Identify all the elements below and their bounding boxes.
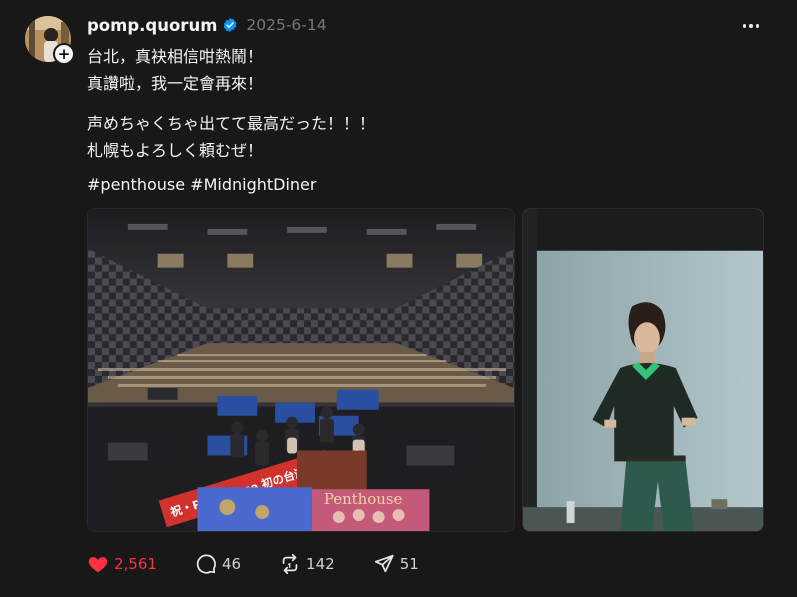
post-action-bar: 2,561 46 142 51 bbox=[87, 552, 457, 576]
repost-button[interactable]: 142 bbox=[279, 553, 335, 575]
comment-bubble-icon bbox=[196, 554, 216, 574]
hashtag-row: #penthouse #MidnightDiner bbox=[87, 175, 316, 194]
post-text-line-2: 真讚啦，我一定會再來！ bbox=[87, 74, 264, 93]
concert-stage-photo[interactable]: 祝・Penthouse 初の台湾公演ライブ Penthouse bbox=[87, 208, 515, 532]
threads-post: + pomp.quorum 2025-6-14 台北，真袂相信咁熱鬧！ 真讚啦，… bbox=[0, 0, 797, 597]
post-date: 2025-6-14 bbox=[246, 16, 327, 34]
poster-text: Penthouse bbox=[324, 490, 403, 508]
follow-plus-icon[interactable]: + bbox=[53, 43, 75, 65]
like-button[interactable]: 2,561 bbox=[87, 553, 157, 575]
repost-icon bbox=[282, 553, 298, 575]
post-text-line-1: 台北，真袂相信咁熱鬧！ bbox=[87, 47, 264, 66]
hashtag-link-penthouse[interactable]: #penthouse bbox=[87, 175, 185, 194]
share-count: 51 bbox=[399, 555, 419, 573]
comment-count: 46 bbox=[221, 555, 242, 573]
more-options-icon[interactable] bbox=[741, 16, 761, 36]
post-header: pomp.quorum 2025-6-14 bbox=[87, 13, 327, 37]
comment-button[interactable]: 46 bbox=[195, 553, 241, 575]
portrait-photo[interactable] bbox=[522, 208, 764, 532]
share-button[interactable]: 51 bbox=[373, 553, 419, 575]
username-link[interactable]: pomp.quorum bbox=[87, 16, 217, 35]
repost-count: 142 bbox=[306, 555, 335, 573]
post-text-line-3: 声めちゃくちゃ出てて最高だった！！！ bbox=[87, 114, 376, 133]
post-text-line-4: 札幌もよろしく頼むぜ！ bbox=[87, 141, 264, 160]
verified-badge-icon bbox=[224, 18, 237, 32]
heart-icon bbox=[88, 557, 108, 573]
hashtag-link-midnightdiner[interactable]: #MidnightDiner bbox=[190, 175, 316, 194]
send-icon bbox=[374, 554, 394, 573]
like-count: 2,561 bbox=[114, 555, 157, 573]
